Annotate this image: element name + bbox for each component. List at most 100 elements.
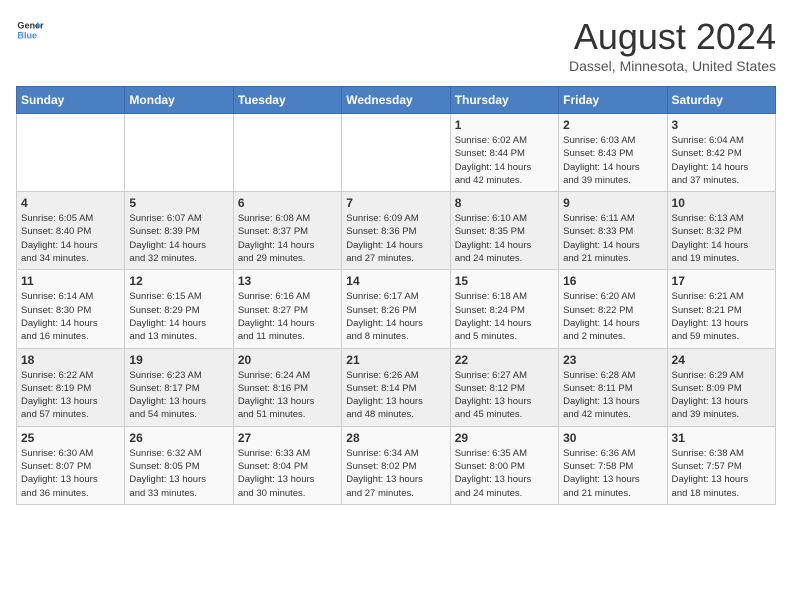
day-info: Sunrise: 6:34 AM Sunset: 8:02 PM Dayligh… (346, 447, 445, 500)
day-cell: 8Sunrise: 6:10 AM Sunset: 8:35 PM Daylig… (450, 192, 558, 270)
weekday-header-row: SundayMondayTuesdayWednesdayThursdayFrid… (17, 87, 776, 114)
day-info: Sunrise: 6:29 AM Sunset: 8:09 PM Dayligh… (672, 369, 771, 422)
day-cell: 9 Sunrise: 6:11 AM Sunset: 8:33 PM Daylig… (559, 192, 667, 270)
day-number: 23 (563, 353, 662, 367)
day-cell: 23 Sunrise: 6:28 AM Sunset: 8:11 PM Dayli… (559, 348, 667, 426)
day-info: Sunrise: 6:13 AM Sunset: 8:32 PM Dayligh… (672, 212, 771, 265)
day-cell: 28 Sunrise: 6:34 AM Sunset: 8:02 PM Dayli… (342, 426, 450, 504)
day-number: 22 (455, 353, 554, 367)
day-number: 19 (129, 353, 228, 367)
day-number: 20 (238, 353, 337, 367)
day-info: Sunrise: 6:30 AM Sunset: 8:07 PM Dayligh… (21, 447, 120, 500)
logo: General Blue (16, 16, 44, 44)
day-cell: 1 Sunrise: 6:02 AM Sunset: 8:44 PM Daylig… (450, 114, 558, 192)
day-number: 5 (129, 196, 228, 210)
day-cell: 29 Sunrise: 6:35 AM Sunset: 8:00 PM Dayli… (450, 426, 558, 504)
day-cell: 3 Sunrise: 6:04 AM Sunset: 8:42 PM Daylig… (667, 114, 775, 192)
week-row-1: 1 Sunrise: 6:02 AM Sunset: 8:44 PM Daylig… (17, 114, 776, 192)
day-cell: 31 Sunrise: 6:38 AM Sunset: 7:57 PM Dayli… (667, 426, 775, 504)
day-number: 13 (238, 274, 337, 288)
weekday-header-tuesday: Tuesday (233, 87, 341, 114)
day-cell: 2 Sunrise: 6:03 AM Sunset: 8:43 PM Daylig… (559, 114, 667, 192)
day-cell: 14 Sunrise: 6:17 AM Sunset: 8:26 PM Dayli… (342, 270, 450, 348)
weekday-header-sunday: Sunday (17, 87, 125, 114)
day-number: 4 (21, 196, 120, 210)
day-cell (17, 114, 125, 192)
day-info: Sunrise: 6:24 AM Sunset: 8:16 PM Dayligh… (238, 369, 337, 422)
day-cell: 18Sunrise: 6:22 AM Sunset: 8:19 PM Dayli… (17, 348, 125, 426)
day-cell: 5Sunrise: 6:07 AM Sunset: 8:39 PM Daylig… (125, 192, 233, 270)
day-number: 24 (672, 353, 771, 367)
week-row-4: 18Sunrise: 6:22 AM Sunset: 8:19 PM Dayli… (17, 348, 776, 426)
day-cell: 20 Sunrise: 6:24 AM Sunset: 8:16 PM Dayli… (233, 348, 341, 426)
day-info: Sunrise: 6:23 AM Sunset: 8:17 PM Dayligh… (129, 369, 228, 422)
day-number: 26 (129, 431, 228, 445)
day-cell: 10 Sunrise: 6:13 AM Sunset: 8:32 PM Dayli… (667, 192, 775, 270)
day-info: Sunrise: 6:15 AM Sunset: 8:29 PM Dayligh… (129, 290, 228, 343)
day-number: 10 (672, 196, 771, 210)
day-cell: 22 Sunrise: 6:27 AM Sunset: 8:12 PM Dayli… (450, 348, 558, 426)
page-header: General Blue August 2024 Dassel, Minneso… (16, 16, 776, 74)
day-info: Sunrise: 6:17 AM Sunset: 8:26 PM Dayligh… (346, 290, 445, 343)
day-cell: 30Sunrise: 6:36 AM Sunset: 7:58 PM Dayli… (559, 426, 667, 504)
day-number: 16 (563, 274, 662, 288)
day-cell: 21 Sunrise: 6:26 AM Sunset: 8:14 PM Dayli… (342, 348, 450, 426)
day-number: 14 (346, 274, 445, 288)
day-number: 15 (455, 274, 554, 288)
svg-text:Blue: Blue (17, 30, 37, 40)
month-year: August 2024 (569, 16, 776, 58)
day-cell: 19 Sunrise: 6:23 AM Sunset: 8:17 PM Dayli… (125, 348, 233, 426)
day-info: Sunrise: 6:32 AM Sunset: 8:05 PM Dayligh… (129, 447, 228, 500)
day-number: 7 (346, 196, 445, 210)
day-cell (342, 114, 450, 192)
day-cell (125, 114, 233, 192)
day-cell: 7Sunrise: 6:09 AM Sunset: 8:36 PM Daylig… (342, 192, 450, 270)
weekday-header-saturday: Saturday (667, 87, 775, 114)
day-info: Sunrise: 6:11 AM Sunset: 8:33 PM Dayligh… (563, 212, 662, 265)
day-number: 31 (672, 431, 771, 445)
day-info: Sunrise: 6:10 AM Sunset: 8:35 PM Dayligh… (455, 212, 554, 265)
day-info: Sunrise: 6:04 AM Sunset: 8:42 PM Dayligh… (672, 134, 771, 187)
weekday-header-wednesday: Wednesday (342, 87, 450, 114)
title-block: August 2024 Dassel, Minnesota, United St… (569, 16, 776, 74)
day-cell: 25Sunrise: 6:30 AM Sunset: 8:07 PM Dayli… (17, 426, 125, 504)
day-cell: 15 Sunrise: 6:18 AM Sunset: 8:24 PM Dayli… (450, 270, 558, 348)
day-cell: 27Sunrise: 6:33 AM Sunset: 8:04 PM Dayli… (233, 426, 341, 504)
day-info: Sunrise: 6:38 AM Sunset: 7:57 PM Dayligh… (672, 447, 771, 500)
logo-icon: General Blue (16, 16, 44, 44)
day-cell: 4 Sunrise: 6:05 AM Sunset: 8:40 PM Daylig… (17, 192, 125, 270)
day-info: Sunrise: 6:02 AM Sunset: 8:44 PM Dayligh… (455, 134, 554, 187)
day-cell: 13 Sunrise: 6:16 AM Sunset: 8:27 PM Dayli… (233, 270, 341, 348)
day-cell (233, 114, 341, 192)
day-info: Sunrise: 6:26 AM Sunset: 8:14 PM Dayligh… (346, 369, 445, 422)
day-number: 9 (563, 196, 662, 210)
day-number: 3 (672, 118, 771, 132)
weekday-header-monday: Monday (125, 87, 233, 114)
day-info: Sunrise: 6:08 AM Sunset: 8:37 PM Dayligh… (238, 212, 337, 265)
calendar-body: 1 Sunrise: 6:02 AM Sunset: 8:44 PM Daylig… (17, 114, 776, 505)
day-info: Sunrise: 6:14 AM Sunset: 8:30 PM Dayligh… (21, 290, 120, 343)
day-info: Sunrise: 6:03 AM Sunset: 8:43 PM Dayligh… (563, 134, 662, 187)
day-cell: 6Sunrise: 6:08 AM Sunset: 8:37 PM Daylig… (233, 192, 341, 270)
day-number: 17 (672, 274, 771, 288)
day-number: 21 (346, 353, 445, 367)
day-number: 11 (21, 274, 120, 288)
location: Dassel, Minnesota, United States (569, 58, 776, 74)
day-info: Sunrise: 6:35 AM Sunset: 8:00 PM Dayligh… (455, 447, 554, 500)
day-info: Sunrise: 6:28 AM Sunset: 8:11 PM Dayligh… (563, 369, 662, 422)
day-number: 28 (346, 431, 445, 445)
day-number: 1 (455, 118, 554, 132)
day-cell: 11 Sunrise: 6:14 AM Sunset: 8:30 PM Dayli… (17, 270, 125, 348)
day-info: Sunrise: 6:05 AM Sunset: 8:40 PM Dayligh… (21, 212, 120, 265)
day-cell: 17Sunrise: 6:21 AM Sunset: 8:21 PM Dayli… (667, 270, 775, 348)
day-info: Sunrise: 6:16 AM Sunset: 8:27 PM Dayligh… (238, 290, 337, 343)
weekday-header-friday: Friday (559, 87, 667, 114)
day-info: Sunrise: 6:27 AM Sunset: 8:12 PM Dayligh… (455, 369, 554, 422)
day-info: Sunrise: 6:33 AM Sunset: 8:04 PM Dayligh… (238, 447, 337, 500)
day-number: 2 (563, 118, 662, 132)
day-number: 29 (455, 431, 554, 445)
day-info: Sunrise: 6:18 AM Sunset: 8:24 PM Dayligh… (455, 290, 554, 343)
day-info: Sunrise: 6:20 AM Sunset: 8:22 PM Dayligh… (563, 290, 662, 343)
week-row-3: 11 Sunrise: 6:14 AM Sunset: 8:30 PM Dayli… (17, 270, 776, 348)
calendar-table: SundayMondayTuesdayWednesdayThursdayFrid… (16, 86, 776, 505)
